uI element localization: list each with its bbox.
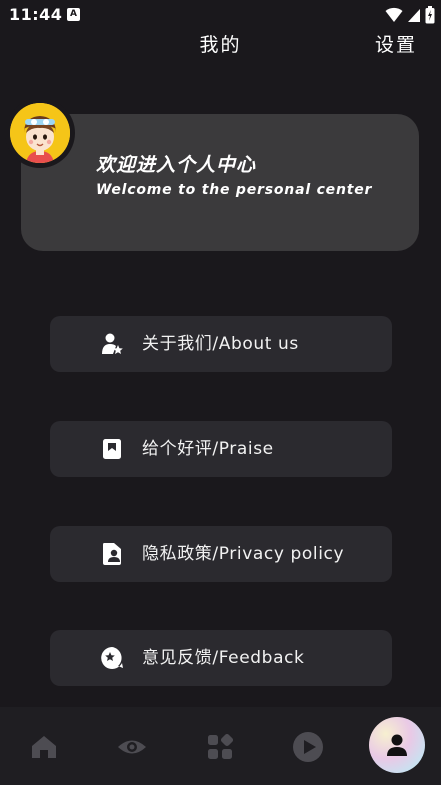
feedback-star-icon — [101, 647, 123, 669]
nav-profile[interactable] — [369, 717, 425, 773]
settings-button[interactable]: 设置 — [375, 30, 417, 57]
menu-item-label: 给个好评/Praise — [142, 439, 274, 459]
menu-item-privacy-policy[interactable]: 隐私政策/Privacy policy — [50, 526, 392, 582]
menu-item-label: 关于我们/About us — [142, 334, 299, 354]
battery-icon — [425, 6, 435, 24]
status-time: 11:44 — [9, 5, 63, 24]
eye-icon — [118, 740, 146, 754]
home-icon — [32, 736, 56, 758]
user-icon — [387, 734, 407, 756]
play-icon — [293, 732, 323, 762]
menu-item-label: 意见反馈/Feedback — [142, 648, 305, 668]
welcome-title: 欢迎进入个人中心 — [96, 154, 257, 176]
menu-item-praise[interactable]: 给个好评/Praise — [50, 421, 392, 477]
nav-discover[interactable] — [114, 729, 150, 765]
user-star-icon — [102, 333, 123, 354]
menu-item-label: 隐私政策/Privacy policy — [142, 544, 345, 564]
avatar[interactable] — [10, 103, 70, 163]
profile-screen: 11:44 A 我的 设置 欢迎进入个人中心 Welcome to the pe… — [0, 0, 441, 785]
nav-home[interactable] — [26, 729, 62, 765]
welcome-subtitle: Welcome to the personal center — [96, 182, 373, 198]
nav-apps[interactable] — [202, 729, 238, 765]
bottom-nav — [0, 707, 441, 785]
wifi-icon — [385, 7, 403, 22]
signal-icon — [408, 9, 420, 22]
menu-item-feedback[interactable]: 意见反馈/Feedback — [50, 630, 392, 686]
nav-video[interactable] — [290, 729, 326, 765]
status-icons — [385, 5, 435, 25]
menu-item-about-us[interactable]: 关于我们/About us — [50, 316, 392, 372]
cartoon-avatar-icon — [10, 103, 70, 163]
grid-icon — [208, 733, 234, 759]
status-bar: 11:44 A — [0, 0, 441, 30]
user-card-icon — [103, 543, 121, 565]
bookmark-icon — [103, 439, 121, 459]
notification-a-icon: A — [67, 8, 80, 21]
